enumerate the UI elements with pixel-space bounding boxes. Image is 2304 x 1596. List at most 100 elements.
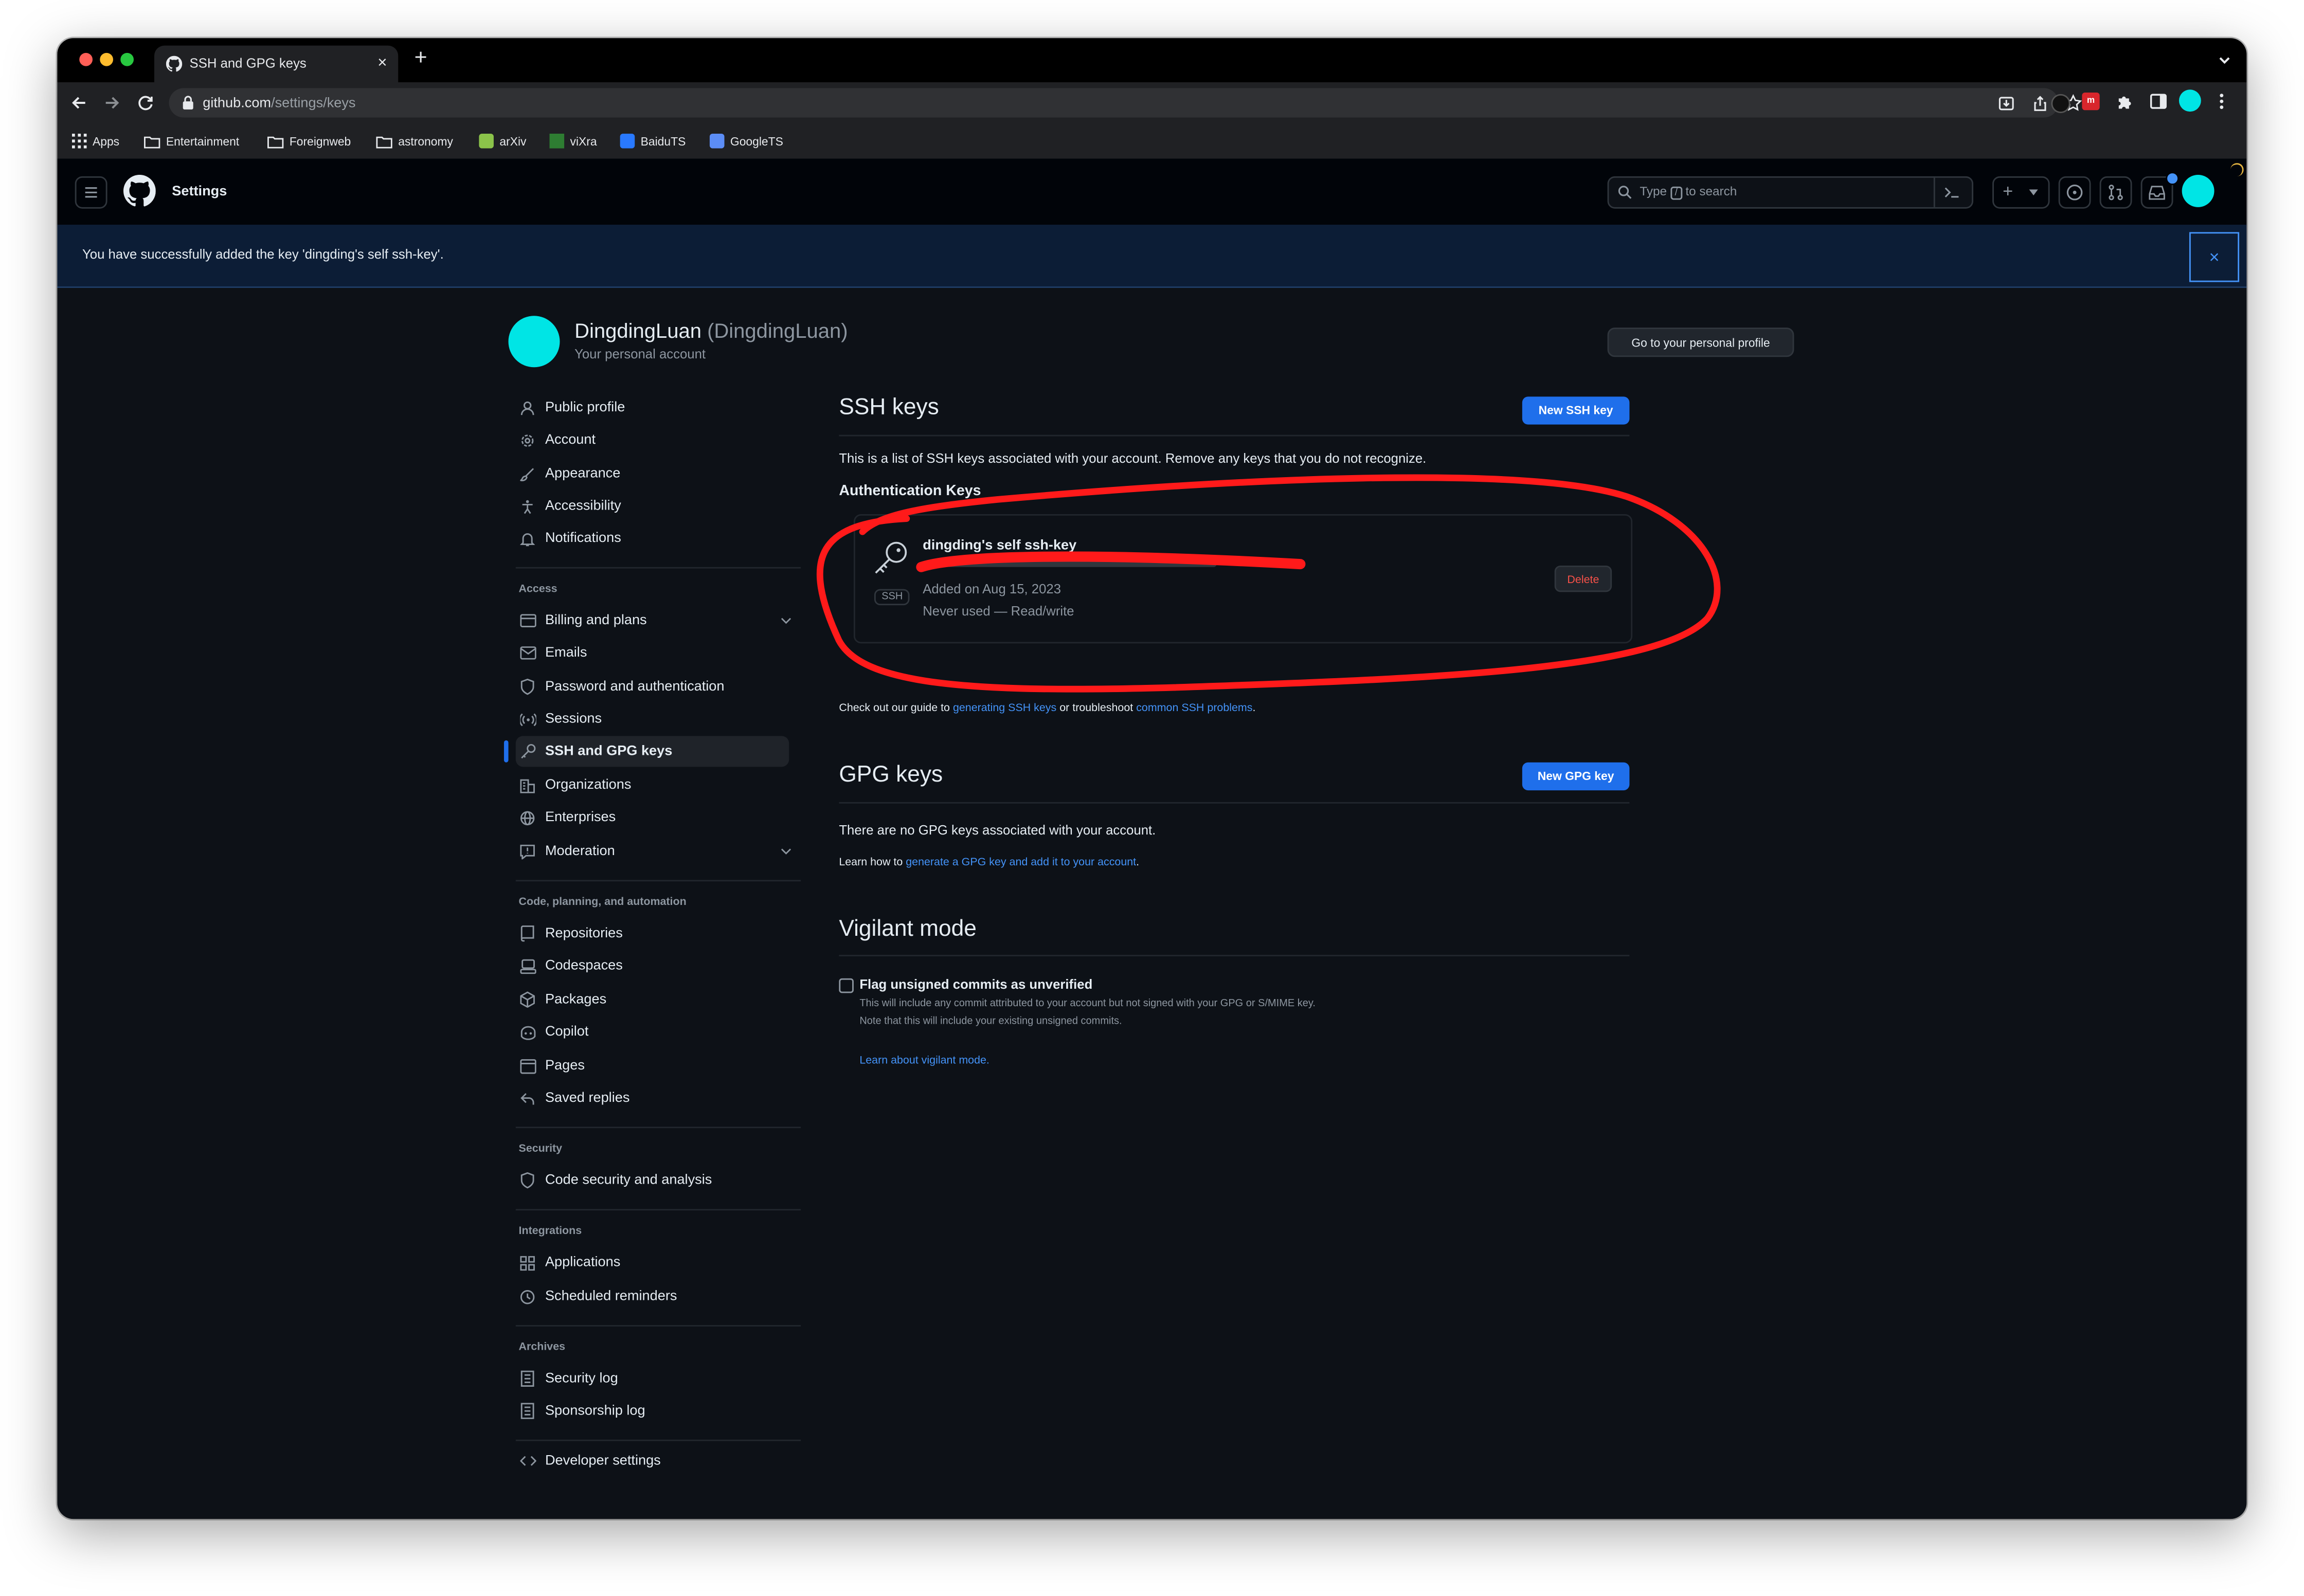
extension-circle-icon[interactable]: [2051, 94, 2071, 113]
url-text: github.com/settings/keys: [203, 95, 356, 112]
bookmark-arxiv[interactable]: arXiv: [479, 132, 526, 150]
bookmark-apps[interactable]: Apps: [71, 132, 119, 150]
flash-close-button[interactable]: ×: [2189, 232, 2240, 282]
go-to-profile-button[interactable]: Go to your personal profile: [1607, 328, 1794, 357]
common-ssh-problems-link[interactable]: common SSH problems: [1136, 701, 1252, 714]
generate-gpg-key-link[interactable]: generate a GPG key and add it to your ac…: [906, 855, 1136, 868]
learn-vigilant-mode-link[interactable]: Learn about vigilant mode.: [859, 1053, 989, 1066]
github-logo-icon[interactable]: [123, 174, 156, 207]
sidebar-item-moderation[interactable]: Moderation: [516, 836, 801, 867]
sidebar-heading-integrations: Integrations: [518, 1223, 582, 1237]
chrome-menu-icon[interactable]: [2219, 93, 2224, 110]
sidebar-item-sessions[interactable]: Sessions: [516, 704, 789, 735]
sidebar-heading-code: Code, planning, and automation: [518, 894, 687, 908]
sidebar-item-security-log[interactable]: Security log: [516, 1363, 789, 1394]
back-arrow-icon[interactable]: [70, 94, 88, 112]
ssh-key-title: dingding's self ssh-key: [923, 537, 1077, 554]
gear-icon: [519, 431, 536, 449]
sidebar-item-billing[interactable]: Billing and plans: [516, 605, 801, 636]
sidebar-item-repositories[interactable]: Repositories: [516, 918, 789, 949]
minimize-window-button[interactable]: [100, 52, 113, 66]
bookmarks-bar: Apps Entertainment Foreignweb astronomy …: [57, 123, 2247, 159]
sidebar-item-saved-replies[interactable]: Saved replies: [516, 1083, 789, 1114]
sidebar-heading-security: Security: [518, 1141, 563, 1155]
issues-button[interactable]: [2058, 176, 2091, 209]
side-panel-icon[interactable]: [2150, 93, 2167, 110]
bookmark-entertainment[interactable]: Entertainment: [143, 132, 239, 150]
sidebar-item-accessibility[interactable]: Accessibility: [516, 491, 789, 521]
notifications-button[interactable]: [2140, 172, 2179, 209]
sidebar-item-codespaces[interactable]: Codespaces: [516, 950, 789, 981]
loading-spinner-icon: [2230, 163, 2244, 176]
new-ssh-key-button[interactable]: New SSH key: [1522, 396, 1630, 425]
extensions-puzzle-icon[interactable]: [2116, 93, 2133, 110]
clock-icon: [519, 1287, 536, 1305]
tab-close-icon[interactable]: ×: [377, 55, 387, 72]
profile-avatar[interactable]: [2179, 89, 2201, 112]
user-avatar[interactable]: [2182, 174, 2215, 207]
sidebar-item-pages[interactable]: Pages: [516, 1050, 789, 1081]
delete-key-button[interactable]: Delete: [1554, 565, 1612, 592]
tab-search-chevron-icon[interactable]: [2217, 53, 2232, 68]
reload-icon[interactable]: [137, 94, 154, 112]
bookmark-baidu[interactable]: BaiduTS: [620, 132, 686, 150]
folder-icon: [143, 136, 160, 148]
sidebar-item-packages[interactable]: Packages: [516, 984, 789, 1015]
search-placeholder: Type / to search: [1640, 184, 1737, 200]
sidebar-item-notifications[interactable]: Notifications: [516, 523, 789, 554]
sidebar-item-code-security[interactable]: Code security and analysis: [516, 1165, 789, 1196]
sidebar-item-organizations[interactable]: Organizations: [516, 770, 789, 801]
hamburger-menu-button[interactable]: [75, 176, 107, 209]
bookmark-foreignweb[interactable]: Foreignweb: [267, 132, 351, 150]
lock-icon[interactable]: [182, 96, 194, 111]
browser-window: SSH and GPG keys × + github.com/settings…: [57, 38, 2247, 1519]
issue-opened-icon: [2066, 184, 2083, 201]
sidebar-item-developer-settings[interactable]: Developer settings: [516, 1445, 789, 1476]
broadcast-icon: [519, 710, 536, 728]
install-app-icon[interactable]: [1999, 96, 2014, 112]
ssh-key-usage: Never used — Read/write: [923, 604, 1074, 619]
search-input[interactable]: Type / to search: [1607, 176, 1973, 209]
pull-requests-button[interactable]: [2099, 176, 2132, 209]
new-gpg-key-button[interactable]: New GPG key: [1522, 762, 1630, 791]
sidebar-item-password[interactable]: Password and authentication: [516, 672, 789, 702]
new-tab-icon[interactable]: +: [415, 47, 427, 69]
forward-arrow-icon[interactable]: [103, 94, 120, 112]
apps-icon: [519, 1254, 536, 1271]
profile-name[interactable]: DingdingLuan (DingdingLuan): [574, 319, 848, 342]
sidebar-item-ssh-gpg-keys[interactable]: SSH and GPG keys: [503, 736, 789, 767]
sidebar-item-sponsorship-log[interactable]: Sponsorship log: [516, 1395, 789, 1426]
create-new-button[interactable]: +: [1992, 176, 2050, 209]
browser-tab[interactable]: SSH and GPG keys ×: [154, 45, 399, 82]
ssh-description: This is a list of SSH keys associated wi…: [839, 451, 1427, 466]
extension-red-icon[interactable]: m: [2082, 92, 2100, 111]
address-bar[interactable]: github.com/settings/keys: [169, 88, 2082, 118]
sidebar-item-scheduled-reminders[interactable]: Scheduled reminders: [516, 1281, 789, 1312]
shield-lock-icon: [519, 678, 536, 696]
sidebar-heading-archives: Archives: [518, 1339, 566, 1353]
bookmark-astronomy[interactable]: astronomy: [376, 132, 453, 150]
search-icon: [1618, 186, 1632, 199]
sidebar-item-emails[interactable]: Emails: [516, 638, 789, 668]
maximize-window-button[interactable]: [120, 52, 134, 66]
vigilant-help-line-1: This will include any commit attributed …: [859, 999, 1316, 1009]
sidebar-item-appearance[interactable]: Appearance: [516, 458, 789, 489]
vigilant-mode-checkbox[interactable]: [839, 978, 854, 993]
profile-avatar-large[interactable]: [508, 316, 560, 368]
bookmark-vixra[interactable]: viXra: [549, 132, 597, 150]
generating-ssh-keys-link[interactable]: generating SSH keys: [953, 701, 1056, 714]
close-window-button[interactable]: [79, 52, 93, 66]
active-indicator: [503, 740, 509, 763]
unread-indicator: [2166, 172, 2179, 185]
gpg-keys-heading: GPG keys: [839, 762, 943, 788]
reply-icon: [519, 1089, 536, 1107]
sidebar-item-enterprises[interactable]: Enterprises: [516, 802, 789, 833]
vigilant-checkbox-label[interactable]: Flag unsigned commits as unverified: [859, 977, 1092, 992]
sidebar-item-applications[interactable]: Applications: [516, 1247, 789, 1278]
bookmark-google[interactable]: GoogleTS: [709, 132, 783, 150]
sidebar-item-account[interactable]: Account: [516, 425, 789, 456]
sidebar-item-public-profile[interactable]: Public profile: [516, 392, 789, 423]
gpg-learn-text: Learn how to generate a GPG key and add …: [839, 855, 1140, 868]
share-icon[interactable]: [2032, 96, 2048, 112]
sidebar-item-copilot[interactable]: Copilot: [516, 1017, 789, 1047]
